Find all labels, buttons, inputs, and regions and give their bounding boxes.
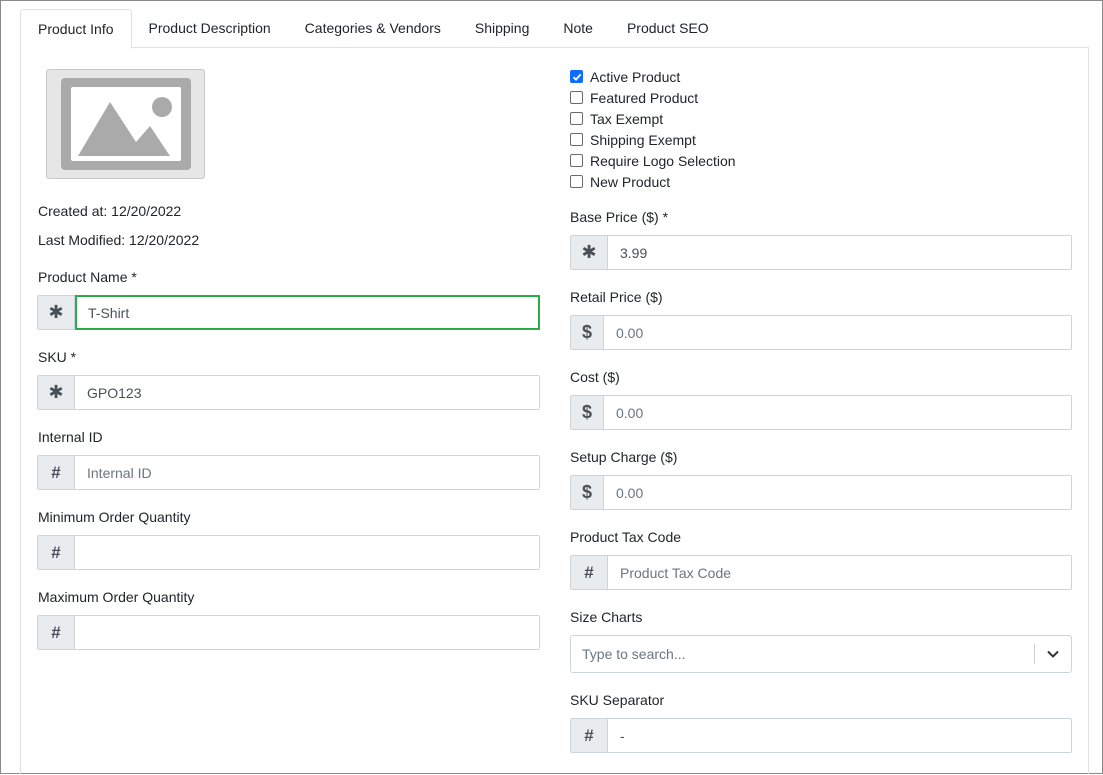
shipping-exempt-checkbox-row[interactable]: Shipping Exempt [570,129,736,150]
tab-note[interactable]: Note [546,9,610,48]
tab-bar: Product Info Product Description Categor… [20,9,1089,49]
retail-price-group: $ [570,315,1072,350]
product-name-group: ✱ [37,295,540,330]
product-name-input[interactable] [75,295,540,330]
base-price-group: ✱ [570,235,1072,270]
size-charts-search-input[interactable]: Type to search... [571,646,1034,662]
asterisk-icon: ✱ [38,376,75,409]
hash-icon: # [571,556,608,589]
asterisk-icon: ✱ [38,296,75,329]
checkbox[interactable] [570,91,583,104]
last-modified-text: Last Modified: 12/20/2022 [38,232,200,248]
size-charts-label: Size Charts [570,609,643,625]
base-price-input[interactable] [608,236,1071,269]
new-product-checkbox-row[interactable]: New Product [570,171,736,192]
max-qty-input[interactable] [75,616,539,649]
sku-separator-group: # [570,718,1072,753]
product-image[interactable] [46,69,205,179]
checkbox[interactable] [570,175,583,188]
tab-product-description[interactable]: Product Description [132,9,288,48]
hash-icon: # [38,616,75,649]
checkbox[interactable] [570,154,583,167]
tab-categories-vendors[interactable]: Categories & Vendors [288,9,458,48]
tax-exempt-checkbox-row[interactable]: Tax Exempt [570,108,736,129]
sku-group: ✱ [37,375,540,410]
require-logo-selection-checkbox-row[interactable]: Require Logo Selection [570,150,736,171]
max-qty-label: Maximum Order Quantity [38,589,195,605]
checkbox-label: Active Product [590,68,681,85]
checkbox-label: Tax Exempt [590,110,664,127]
product-flags: Active Product Featured Product Tax Exem… [570,66,736,192]
tax-code-label: Product Tax Code [570,529,682,545]
image-placeholder-icon [60,78,191,170]
dollar-icon: $ [571,396,604,429]
min-qty-label: Minimum Order Quantity [38,509,191,525]
checkbox[interactable] [570,133,583,146]
min-qty-group: # [37,535,540,570]
checkbox-label: Shipping Exempt [590,131,696,148]
tab-shipping[interactable]: Shipping [458,9,547,48]
cost-label: Cost ($) [570,369,620,385]
base-price-label: Base Price ($) * [570,209,669,225]
setup-charge-input[interactable] [604,476,1071,509]
internal-id-input[interactable] [75,456,539,489]
dollar-icon: $ [571,316,604,349]
featured-product-checkbox-row[interactable]: Featured Product [570,87,736,108]
checkbox-label: Featured Product [590,89,699,106]
asterisk-icon: ✱ [571,236,608,269]
cost-group: $ [570,395,1072,430]
internal-id-label: Internal ID [38,429,103,445]
checkbox-label: New Product [590,173,671,190]
tax-code-input[interactable] [608,556,1071,589]
hash-icon: # [38,456,75,489]
cost-input[interactable] [604,396,1071,429]
max-qty-group: # [37,615,540,650]
checkbox[interactable] [570,112,583,125]
hash-icon: # [38,536,75,569]
hash-icon: # [571,719,608,752]
internal-id-group: # [37,455,540,490]
min-qty-input[interactable] [75,536,539,569]
size-charts-select[interactable]: Type to search... [570,635,1072,673]
setup-charge-label: Setup Charge ($) [570,449,678,465]
checkbox-checked-icon[interactable] [570,70,583,83]
retail-price-label: Retail Price ($) [570,289,663,305]
retail-price-input[interactable] [604,316,1071,349]
dollar-icon: $ [571,476,604,509]
sku-label: SKU * [38,349,77,365]
product-name-label: Product Name * [38,269,137,285]
sku-separator-input[interactable] [608,719,1071,752]
checkbox-label: Require Logo Selection [590,152,736,169]
sku-separator-label: SKU Separator [570,692,665,708]
tab-product-seo[interactable]: Product SEO [610,9,726,48]
setup-charge-group: $ [570,475,1072,510]
created-at-text: Created at: 12/20/2022 [38,203,182,219]
tax-code-group: # [570,555,1072,590]
sku-input[interactable] [75,376,539,409]
tab-product-info[interactable]: Product Info [20,9,132,49]
active-product-checkbox-row[interactable]: Active Product [570,66,736,87]
chevron-down-icon[interactable] [1035,649,1071,659]
